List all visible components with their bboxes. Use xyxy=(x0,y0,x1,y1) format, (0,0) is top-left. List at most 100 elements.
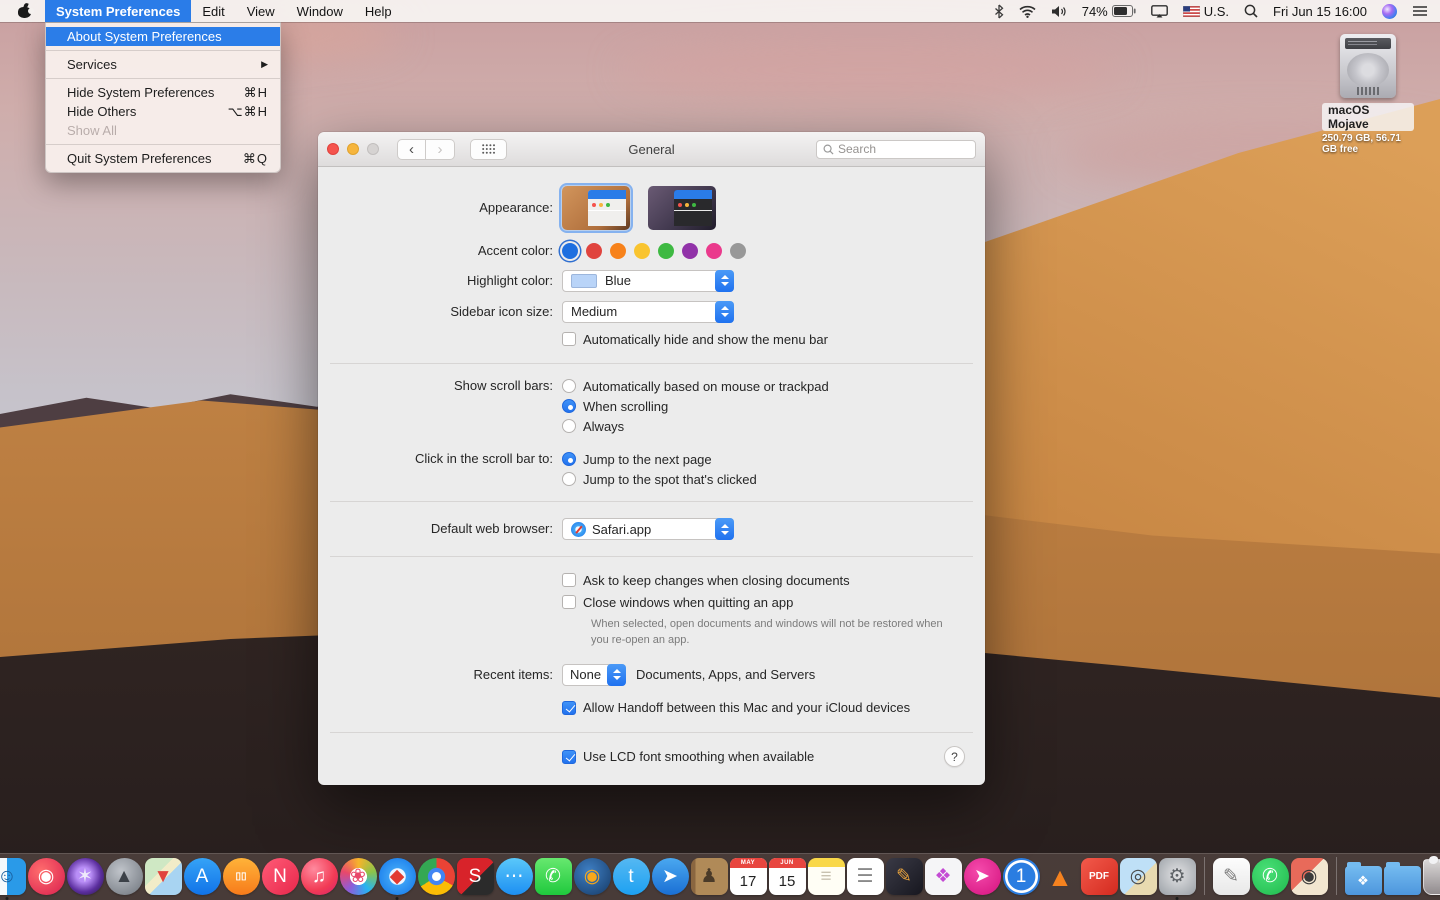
dock-preview[interactable]: ◎ xyxy=(1120,858,1157,895)
dock-finder[interactable]: ☺ xyxy=(0,858,26,895)
wifi-icon[interactable] xyxy=(1019,5,1036,18)
bluetooth-icon[interactable] xyxy=(994,4,1004,19)
scroll-click-option-0[interactable]: Jump to the next page xyxy=(562,449,757,469)
help-button[interactable]: ? xyxy=(944,746,965,767)
dock-trash[interactable] xyxy=(1423,859,1440,895)
dock-launchpad[interactable]: ▲ xyxy=(106,858,143,895)
dock-chrome[interactable] xyxy=(418,858,455,895)
dock-itunes[interactable]: ♫ xyxy=(301,858,338,895)
forward-button: › xyxy=(426,139,455,160)
dock-calendar[interactable]: JUN15 xyxy=(769,858,806,895)
dock-photo-booth[interactable]: ◉ xyxy=(1291,858,1328,895)
handoff-checkbox[interactable]: Allow Handoff between this Mac and your … xyxy=(562,700,910,715)
reminders-glyph: ☰ xyxy=(856,867,873,886)
dock-dropbox-folder[interactable]: ❖ xyxy=(1345,866,1382,895)
dock-news[interactable]: N xyxy=(262,858,299,895)
menu-help[interactable]: Help xyxy=(354,0,403,22)
dock-twitterrific[interactable]: ◉ xyxy=(574,858,611,895)
recent-items-select[interactable]: None xyxy=(562,664,626,686)
menu-item-label: Hide System Preferences xyxy=(67,85,214,100)
accent-color-red[interactable] xyxy=(586,243,602,259)
accent-color-purple[interactable] xyxy=(682,243,698,259)
dock-textedit[interactable]: ✎ xyxy=(1213,858,1250,895)
dock-reminders[interactable]: ☰ xyxy=(847,858,884,895)
menubar-autohide-checkbox[interactable]: Automatically hide and show the menu bar xyxy=(562,332,828,347)
accent-color-gray[interactable] xyxy=(730,243,746,259)
dock-1password[interactable]: 1 xyxy=(1003,858,1040,895)
us-flag-icon[interactable] xyxy=(1183,6,1200,17)
accent-color-blue[interactable] xyxy=(562,243,578,259)
airplay-display-icon[interactable] xyxy=(1151,5,1168,18)
close-button[interactable] xyxy=(327,143,339,155)
accent-color-orange[interactable] xyxy=(610,243,626,259)
title-bar[interactable]: ‹ › General Search xyxy=(318,132,985,167)
restore-note: When selected, open documents and window… xyxy=(591,617,943,649)
menu-view[interactable]: View xyxy=(236,0,286,22)
pixelmator-glyph: ✎ xyxy=(896,867,912,886)
volume-icon[interactable] xyxy=(1051,5,1067,18)
menu-bar-clock[interactable]: Fri Jun 15 16:00 xyxy=(1273,4,1367,19)
highlight-color-select[interactable]: Blue xyxy=(562,270,734,292)
menu-item-hide-system-preferences[interactable]: Hide System Preferences⌘H xyxy=(46,83,280,102)
menu-item-quit-system-preferences[interactable]: Quit System Preferences⌘Q xyxy=(46,149,280,168)
dock-facetime[interactable]: ✆ xyxy=(535,858,572,895)
dock-messages[interactable]: ⋯ xyxy=(496,858,533,895)
menu-item-about-system-preferences[interactable]: About System Preferences xyxy=(46,27,280,46)
ask-keep-changes-checkbox[interactable]: Ask to keep changes when closing documen… xyxy=(562,573,850,588)
menu-item-services[interactable]: Services▶ xyxy=(46,55,280,74)
dock-system-preferences[interactable]: ⚙ xyxy=(1159,858,1196,895)
close-windows-checkbox[interactable]: Close windows when quitting an app xyxy=(562,595,793,610)
menu-window[interactable]: Window xyxy=(286,0,354,22)
dock-safari[interactable]: ◆ xyxy=(379,858,416,895)
dock-contacts[interactable]: ♟ xyxy=(691,858,728,895)
appearance-dark-option[interactable] xyxy=(648,186,716,230)
notification-center-icon[interactable] xyxy=(1412,5,1428,17)
dock-notes[interactable]: ≡ xyxy=(808,858,845,895)
menu-edit[interactable]: Edit xyxy=(191,0,235,22)
dock-spark[interactable]: ➤ xyxy=(652,858,689,895)
battery-icon[interactable] xyxy=(1112,5,1136,17)
spark-glyph: ➤ xyxy=(662,867,678,886)
desktop-icon-macos-mojave[interactable]: macOS Mojave 250.79 GB, 56.71 GB free xyxy=(1322,34,1414,155)
accent-color-yellow[interactable] xyxy=(634,243,650,259)
menu-item-hide-others[interactable]: Hide Others⌥⌘H xyxy=(46,102,280,121)
scrollbar-option-1[interactable]: When scrolling xyxy=(562,396,829,416)
input-source-label[interactable]: U.S. xyxy=(1204,4,1229,19)
dock-books[interactable]: ▯▯ xyxy=(223,858,260,895)
menu-item-shortcut: ⌘Q xyxy=(243,151,268,167)
dock-twitter[interactable]: t xyxy=(613,858,650,895)
dock-camera-app[interactable]: ◉ xyxy=(28,858,65,895)
show-all-grid-button[interactable] xyxy=(470,139,507,160)
dock-downloads-folder[interactable] xyxy=(1384,866,1421,895)
dock-maps[interactable]: ▼ xyxy=(145,858,182,895)
accent-color-green[interactable] xyxy=(658,243,674,259)
menu-system-preferences[interactable]: System Preferences xyxy=(45,0,191,22)
stepper-icon xyxy=(715,270,734,292)
accent-color-pink[interactable] xyxy=(706,243,722,259)
dock-siri[interactable]: ✶ xyxy=(67,858,104,895)
lcd-smoothing-checkbox[interactable]: Use LCD font smoothing when available xyxy=(562,749,814,764)
scroll-click-option-1[interactable]: Jump to the spot that's clicked xyxy=(562,469,757,489)
minimize-button[interactable] xyxy=(347,143,359,155)
dock-skitch[interactable]: ➤ xyxy=(964,858,1001,895)
sidebar-size-select[interactable]: Medium xyxy=(562,301,734,323)
appearance-light-option[interactable] xyxy=(562,186,630,230)
scrollbar-option-0[interactable]: Automatically based on mouse or trackpad xyxy=(562,376,829,396)
search-field[interactable]: Search xyxy=(816,140,976,159)
dock-whatsapp[interactable]: ✆ xyxy=(1252,858,1289,895)
dock-slack[interactable]: S xyxy=(457,858,494,895)
dock-pixelmator-pro[interactable]: ❖ xyxy=(925,858,962,895)
dock-app-store[interactable]: A xyxy=(184,858,221,895)
dock-fantastical[interactable]: MAY17 xyxy=(730,858,767,895)
dock-pdf-expert[interactable]: PDF xyxy=(1081,858,1118,895)
scrollbar-option-2[interactable]: Always xyxy=(562,416,829,436)
dock-vlc[interactable]: ▲ xyxy=(1042,858,1079,895)
dock-pixelmator[interactable]: ✎ xyxy=(886,858,923,895)
apple-menu[interactable] xyxy=(0,0,45,22)
spotlight-icon[interactable] xyxy=(1244,4,1258,18)
dock-photos[interactable]: ❀ xyxy=(340,858,377,895)
siri-icon[interactable] xyxy=(1382,4,1397,19)
default-browser-select[interactable]: Safari.app xyxy=(562,518,734,540)
back-button[interactable]: ‹ xyxy=(397,139,426,160)
radio-icon xyxy=(562,472,576,486)
